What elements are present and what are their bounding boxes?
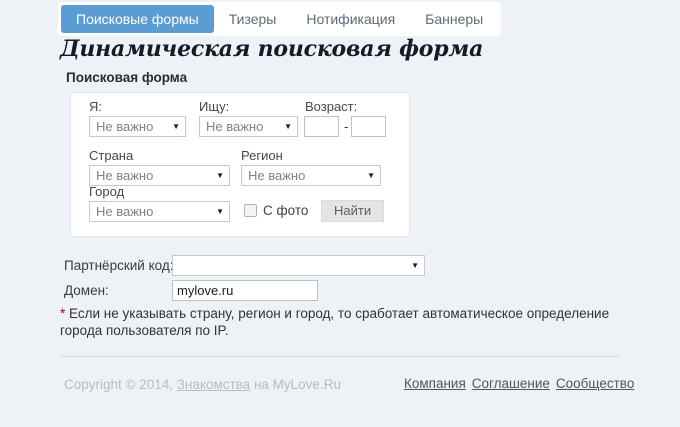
i-am-label: Я: xyxy=(89,99,102,114)
footer-link-community[interactable]: Сообщество xyxy=(556,376,634,391)
country-select-value: Не важно xyxy=(96,168,154,183)
search-form-box: Я: Не важно ▼ Ищу: Не важно ▼ Возраст: -… xyxy=(70,92,410,237)
city-select[interactable]: Не важно ▼ xyxy=(89,201,230,222)
page: Поисковые формы Тизеры Нотификация Банне… xyxy=(0,0,680,427)
copyright-prefix: Copyright © 2014, xyxy=(64,377,177,392)
country-select[interactable]: Не важно ▼ xyxy=(89,165,230,186)
region-label: Регион xyxy=(241,148,283,163)
footer-link-agreement[interactable]: Соглашение xyxy=(472,376,550,391)
i-am-select[interactable]: Не важно ▼ xyxy=(89,116,186,137)
city-label: Город xyxy=(89,184,125,199)
tab-banners[interactable]: Баннеры xyxy=(410,5,498,33)
tab-notification[interactable]: Нотификация xyxy=(291,5,410,33)
tab-teasers[interactable]: Тизеры xyxy=(214,5,292,33)
footer-divider xyxy=(60,356,621,357)
chevron-down-icon: ▼ xyxy=(172,121,180,131)
copyright-suffix: на MyLove.Ru xyxy=(250,377,341,392)
partner-code-select[interactable]: ▼ xyxy=(172,255,425,276)
i-am-select-value: Не важно xyxy=(96,119,154,134)
seeking-label: Ищу: xyxy=(199,99,230,114)
domain-input[interactable] xyxy=(172,280,318,301)
note-text: Если не указывать страну, регион и город… xyxy=(60,306,610,338)
tab-search-forms[interactable]: Поисковые формы xyxy=(61,5,214,33)
country-label: Страна xyxy=(89,148,134,163)
footer-link-company[interactable]: Компания xyxy=(404,376,466,391)
age-label: Возраст: xyxy=(305,99,358,114)
chevron-down-icon: ▼ xyxy=(216,206,224,216)
page-title: Динамическая поисковая форма xyxy=(60,36,484,62)
region-select-value: Не важно xyxy=(248,168,306,183)
domain-label: Домен: xyxy=(64,283,109,298)
seeking-select-value: Не важно xyxy=(206,119,264,134)
chevron-down-icon: ▼ xyxy=(284,121,292,131)
find-button[interactable]: Найти xyxy=(321,200,385,222)
partner-code-label: Партнёрский код: xyxy=(64,258,174,273)
seeking-select[interactable]: Не важно ▼ xyxy=(199,116,298,137)
with-photo-label: С фото xyxy=(263,203,309,218)
copyright-znakomstva-link[interactable]: Знакомства xyxy=(177,377,250,392)
with-photo-checkbox[interactable] xyxy=(244,204,257,217)
region-select[interactable]: Не важно ▼ xyxy=(241,165,381,186)
ip-note: * Если не указывать страну, регион и гор… xyxy=(60,305,626,339)
chevron-down-icon: ▼ xyxy=(216,170,224,180)
copyright: Copyright © 2014, Знакомства на MyLove.R… xyxy=(64,377,341,392)
age-from-input[interactable] xyxy=(304,116,339,137)
chevron-down-icon: ▼ xyxy=(367,170,375,180)
tab-bar: Поисковые формы Тизеры Нотификация Банне… xyxy=(58,2,502,36)
search-form-heading: Поисковая форма xyxy=(66,70,188,85)
city-select-value: Не важно xyxy=(96,204,154,219)
chevron-down-icon: ▼ xyxy=(411,260,419,270)
footer-links: Компания Соглашение Сообщество xyxy=(404,376,634,391)
age-to-input[interactable] xyxy=(351,116,386,137)
age-separator: - xyxy=(344,119,349,134)
